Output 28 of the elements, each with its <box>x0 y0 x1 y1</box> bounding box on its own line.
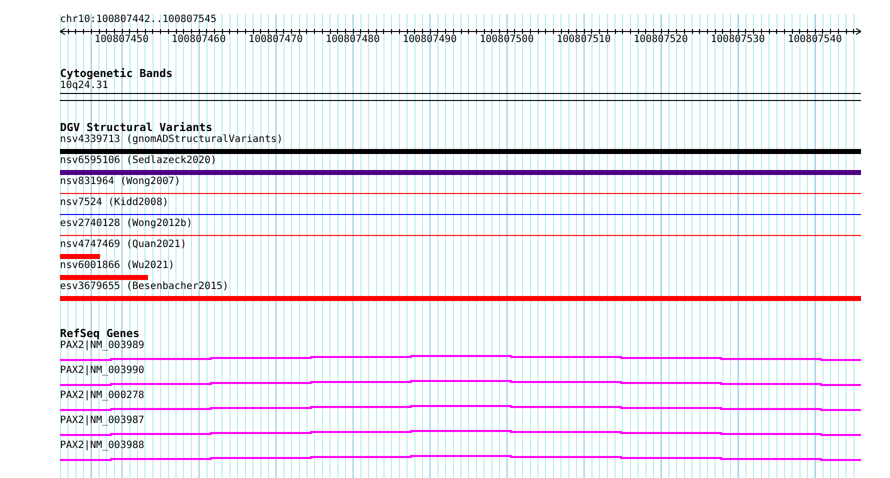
ruler-tick-label: 100807470 <box>248 34 303 46</box>
ruler-tick-label: 100807530 <box>710 34 765 46</box>
gene-label: PAX2|NM_003989 <box>60 340 144 352</box>
ruler-tick-label: 100807510 <box>556 34 611 46</box>
ruler-tick-label: 100807480 <box>326 34 380 46</box>
variant-label: esv2740128 (Wong2012b) <box>60 218 192 230</box>
variant-label: nsv831964 (Wong2007) <box>60 176 180 188</box>
variant-label: nsv7524 (Kidd2008) <box>60 197 168 209</box>
variant-label: esv3679655 (Besenbacher2015) <box>60 281 229 293</box>
variant-label: nsv4747469 (Quan2021) <box>60 239 186 251</box>
track-title: DGV Structural Variants <box>60 122 212 134</box>
ruler-tick-label: 100807500 <box>480 34 534 46</box>
track-title: RefSeq Genes <box>60 328 140 340</box>
variant-label: nsv6001866 (Wu2021) <box>60 260 174 272</box>
gene-label: PAX2|NM_003987 <box>60 415 144 427</box>
ruler-tick-label: 100807540 <box>788 34 842 46</box>
ruler-tick-label: 100807450 <box>94 34 149 46</box>
variant-label: nsv4339713 (gnomADStructuralVariants) <box>60 134 283 146</box>
ruler-tick-label: 100807460 <box>172 34 226 46</box>
track-title: Cytogenetic Bands <box>60 68 173 80</box>
variant-label: nsv6595106 (Sedlazeck2020) <box>60 155 217 167</box>
ruler-tick-label: 100807520 <box>634 34 688 46</box>
gene-label: PAX2|NM_000278 <box>60 390 144 402</box>
location-label: chr10:100807442..100807545 <box>60 14 217 26</box>
ruler-tick-label: 100807490 <box>402 34 457 46</box>
band-label: 10q24.31 <box>60 80 108 92</box>
gene-label: PAX2|NM_003988 <box>60 440 144 452</box>
gene-label: PAX2|NM_003990 <box>60 365 144 377</box>
